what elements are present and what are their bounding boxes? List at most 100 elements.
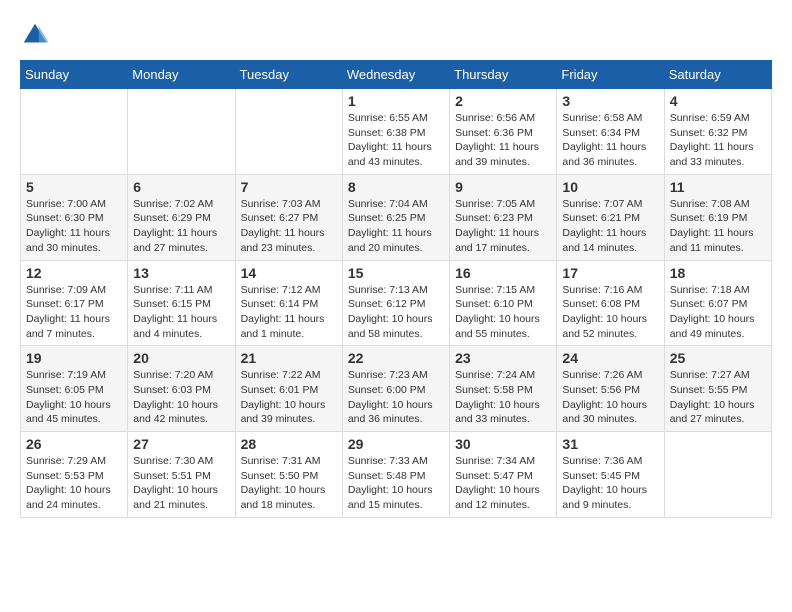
day-info: Sunrise: 7:30 AM Sunset: 5:51 PM Dayligh… <box>133 454 229 513</box>
day-number: 25 <box>670 350 766 366</box>
calendar-cell: 15 Sunrise: 7:13 AM Sunset: 6:12 PM Dayli… <box>342 260 449 346</box>
day-info: Sunrise: 7:09 AM Sunset: 6:17 PM Dayligh… <box>26 283 122 342</box>
day-number: 10 <box>562 179 658 195</box>
day-info: Sunrise: 7:34 AM Sunset: 5:47 PM Dayligh… <box>455 454 551 513</box>
day-number: 20 <box>133 350 229 366</box>
calendar-cell: 1 Sunrise: 6:55 AM Sunset: 6:38 PM Daylig… <box>342 89 449 175</box>
calendar-cell <box>664 432 771 518</box>
day-info: Sunrise: 7:13 AM Sunset: 6:12 PM Dayligh… <box>348 283 444 342</box>
weekday-header: Friday <box>557 61 664 89</box>
calendar-cell: 21 Sunrise: 7:22 AM Sunset: 6:01 PM Dayli… <box>235 346 342 432</box>
day-info: Sunrise: 7:24 AM Sunset: 5:58 PM Dayligh… <box>455 368 551 427</box>
calendar-cell: 12 Sunrise: 7:09 AM Sunset: 6:17 PM Dayli… <box>21 260 128 346</box>
day-number: 31 <box>562 436 658 452</box>
calendar-cell: 6Sunrise: 7:02 AM Sunset: 6:29 PM Daylig… <box>128 174 235 260</box>
day-number: 4 <box>670 93 766 109</box>
day-info: Sunrise: 7:00 AM Sunset: 6:30 PM Dayligh… <box>26 197 122 256</box>
day-number: 23 <box>455 350 551 366</box>
day-info: Sunrise: 7:07 AM Sunset: 6:21 PM Dayligh… <box>562 197 658 256</box>
calendar-week-row: 12 Sunrise: 7:09 AM Sunset: 6:17 PM Dayli… <box>21 260 772 346</box>
calendar-cell <box>128 89 235 175</box>
day-info: Sunrise: 7:26 AM Sunset: 5:56 PM Dayligh… <box>562 368 658 427</box>
weekday-header-row: SundayMondayTuesdayWednesdayThursdayFrid… <box>21 61 772 89</box>
calendar-table: SundayMondayTuesdayWednesdayThursdayFrid… <box>20 60 772 518</box>
weekday-header: Sunday <box>21 61 128 89</box>
calendar-cell: 23 Sunrise: 7:24 AM Sunset: 5:58 PM Dayli… <box>450 346 557 432</box>
calendar-cell: 11 Sunrise: 7:08 AM Sunset: 6:19 PM Dayli… <box>664 174 771 260</box>
day-number: 24 <box>562 350 658 366</box>
day-info: Sunrise: 7:15 AM Sunset: 6:10 PM Dayligh… <box>455 283 551 342</box>
day-info: Sunrise: 7:29 AM Sunset: 5:53 PM Dayligh… <box>26 454 122 513</box>
day-number: 8 <box>348 179 444 195</box>
calendar-cell: 4Sunrise: 6:59 AM Sunset: 6:32 PM Daylig… <box>664 89 771 175</box>
day-number: 28 <box>241 436 337 452</box>
calendar-week-row: 5 Sunrise: 7:00 AM Sunset: 6:30 PM Daylig… <box>21 174 772 260</box>
calendar-cell: 30 Sunrise: 7:34 AM Sunset: 5:47 PM Dayli… <box>450 432 557 518</box>
calendar-cell: 5 Sunrise: 7:00 AM Sunset: 6:30 PM Daylig… <box>21 174 128 260</box>
day-number: 22 <box>348 350 444 366</box>
day-info: Sunrise: 7:33 AM Sunset: 5:48 PM Dayligh… <box>348 454 444 513</box>
calendar-cell: 9Sunrise: 7:05 AM Sunset: 6:23 PM Daylig… <box>450 174 557 260</box>
calendar-cell: 27 Sunrise: 7:30 AM Sunset: 5:51 PM Dayli… <box>128 432 235 518</box>
day-info: Sunrise: 7:31 AM Sunset: 5:50 PM Dayligh… <box>241 454 337 513</box>
calendar-cell <box>21 89 128 175</box>
day-info: Sunrise: 6:55 AM Sunset: 6:38 PM Dayligh… <box>348 111 444 170</box>
page-header <box>20 20 772 50</box>
day-info: Sunrise: 7:12 AM Sunset: 6:14 PM Dayligh… <box>241 283 337 342</box>
day-info: Sunrise: 6:58 AM Sunset: 6:34 PM Dayligh… <box>562 111 658 170</box>
day-number: 16 <box>455 265 551 281</box>
weekday-header: Wednesday <box>342 61 449 89</box>
calendar-cell: 3 Sunrise: 6:58 AM Sunset: 6:34 PM Daylig… <box>557 89 664 175</box>
day-number: 11 <box>670 179 766 195</box>
calendar-cell: 16 Sunrise: 7:15 AM Sunset: 6:10 PM Dayli… <box>450 260 557 346</box>
day-number: 29 <box>348 436 444 452</box>
day-number: 9 <box>455 179 551 195</box>
day-info: Sunrise: 7:02 AM Sunset: 6:29 PM Dayligh… <box>133 197 229 256</box>
day-info: Sunrise: 7:22 AM Sunset: 6:01 PM Dayligh… <box>241 368 337 427</box>
day-info: Sunrise: 7:18 AM Sunset: 6:07 PM Dayligh… <box>670 283 766 342</box>
day-number: 26 <box>26 436 122 452</box>
day-number: 27 <box>133 436 229 452</box>
weekday-header: Saturday <box>664 61 771 89</box>
day-number: 1 <box>348 93 444 109</box>
calendar-cell: 18 Sunrise: 7:18 AM Sunset: 6:07 PM Dayli… <box>664 260 771 346</box>
day-number: 7 <box>241 179 337 195</box>
calendar-cell: 24 Sunrise: 7:26 AM Sunset: 5:56 PM Dayli… <box>557 346 664 432</box>
day-number: 19 <box>26 350 122 366</box>
day-info: Sunrise: 7:08 AM Sunset: 6:19 PM Dayligh… <box>670 197 766 256</box>
day-number: 15 <box>348 265 444 281</box>
day-number: 2 <box>455 93 551 109</box>
calendar-week-row: 19Sunrise: 7:19 AM Sunset: 6:05 PM Dayli… <box>21 346 772 432</box>
calendar-cell: 8 Sunrise: 7:04 AM Sunset: 6:25 PM Daylig… <box>342 174 449 260</box>
calendar-cell: 29 Sunrise: 7:33 AM Sunset: 5:48 PM Dayli… <box>342 432 449 518</box>
day-info: Sunrise: 7:04 AM Sunset: 6:25 PM Dayligh… <box>348 197 444 256</box>
weekday-header: Thursday <box>450 61 557 89</box>
day-number: 30 <box>455 436 551 452</box>
calendar-week-row: 26 Sunrise: 7:29 AM Sunset: 5:53 PM Dayli… <box>21 432 772 518</box>
day-number: 18 <box>670 265 766 281</box>
day-number: 21 <box>241 350 337 366</box>
calendar-cell: 28 Sunrise: 7:31 AM Sunset: 5:50 PM Dayli… <box>235 432 342 518</box>
calendar-cell: 25Sunrise: 7:27 AM Sunset: 5:55 PM Dayli… <box>664 346 771 432</box>
day-info: Sunrise: 7:11 AM Sunset: 6:15 PM Dayligh… <box>133 283 229 342</box>
day-number: 5 <box>26 179 122 195</box>
day-number: 3 <box>562 93 658 109</box>
day-number: 17 <box>562 265 658 281</box>
calendar-cell: 7 Sunrise: 7:03 AM Sunset: 6:27 PM Daylig… <box>235 174 342 260</box>
weekday-header: Tuesday <box>235 61 342 89</box>
day-info: Sunrise: 7:16 AM Sunset: 6:08 PM Dayligh… <box>562 283 658 342</box>
day-number: 12 <box>26 265 122 281</box>
calendar-cell: 26 Sunrise: 7:29 AM Sunset: 5:53 PM Dayli… <box>21 432 128 518</box>
calendar-cell: 22Sunrise: 7:23 AM Sunset: 6:00 PM Dayli… <box>342 346 449 432</box>
day-info: Sunrise: 7:03 AM Sunset: 6:27 PM Dayligh… <box>241 197 337 256</box>
day-number: 14 <box>241 265 337 281</box>
calendar-week-row: 1 Sunrise: 6:55 AM Sunset: 6:38 PM Daylig… <box>21 89 772 175</box>
weekday-header: Monday <box>128 61 235 89</box>
calendar-cell: 20Sunrise: 7:20 AM Sunset: 6:03 PM Dayli… <box>128 346 235 432</box>
calendar-cell: 10 Sunrise: 7:07 AM Sunset: 6:21 PM Dayli… <box>557 174 664 260</box>
logo-icon <box>20 20 50 50</box>
day-info: Sunrise: 6:56 AM Sunset: 6:36 PM Dayligh… <box>455 111 551 170</box>
calendar-cell: 14 Sunrise: 7:12 AM Sunset: 6:14 PM Dayli… <box>235 260 342 346</box>
day-number: 13 <box>133 265 229 281</box>
calendar-cell: 2 Sunrise: 6:56 AM Sunset: 6:36 PM Daylig… <box>450 89 557 175</box>
